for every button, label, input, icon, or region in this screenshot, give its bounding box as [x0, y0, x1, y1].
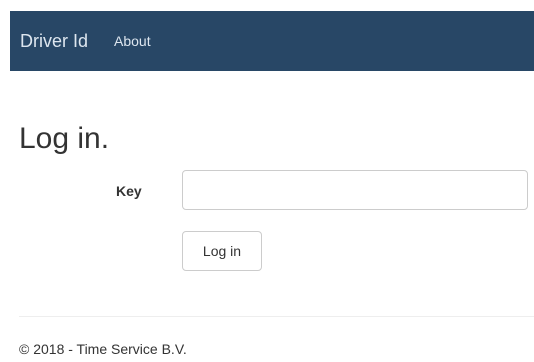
footer-divider — [19, 316, 534, 317]
key-label: Key — [116, 183, 142, 199]
page-title: Log in. — [19, 122, 110, 155]
nav-link-about[interactable]: About — [114, 33, 151, 49]
footer-copyright: © 2018 - Time Service B.V. — [19, 341, 187, 357]
key-input[interactable] — [182, 170, 528, 210]
brand-link[interactable]: Driver Id — [20, 31, 88, 52]
login-button[interactable]: Log in — [182, 231, 262, 271]
top-navbar: Driver Id About — [10, 11, 534, 71]
